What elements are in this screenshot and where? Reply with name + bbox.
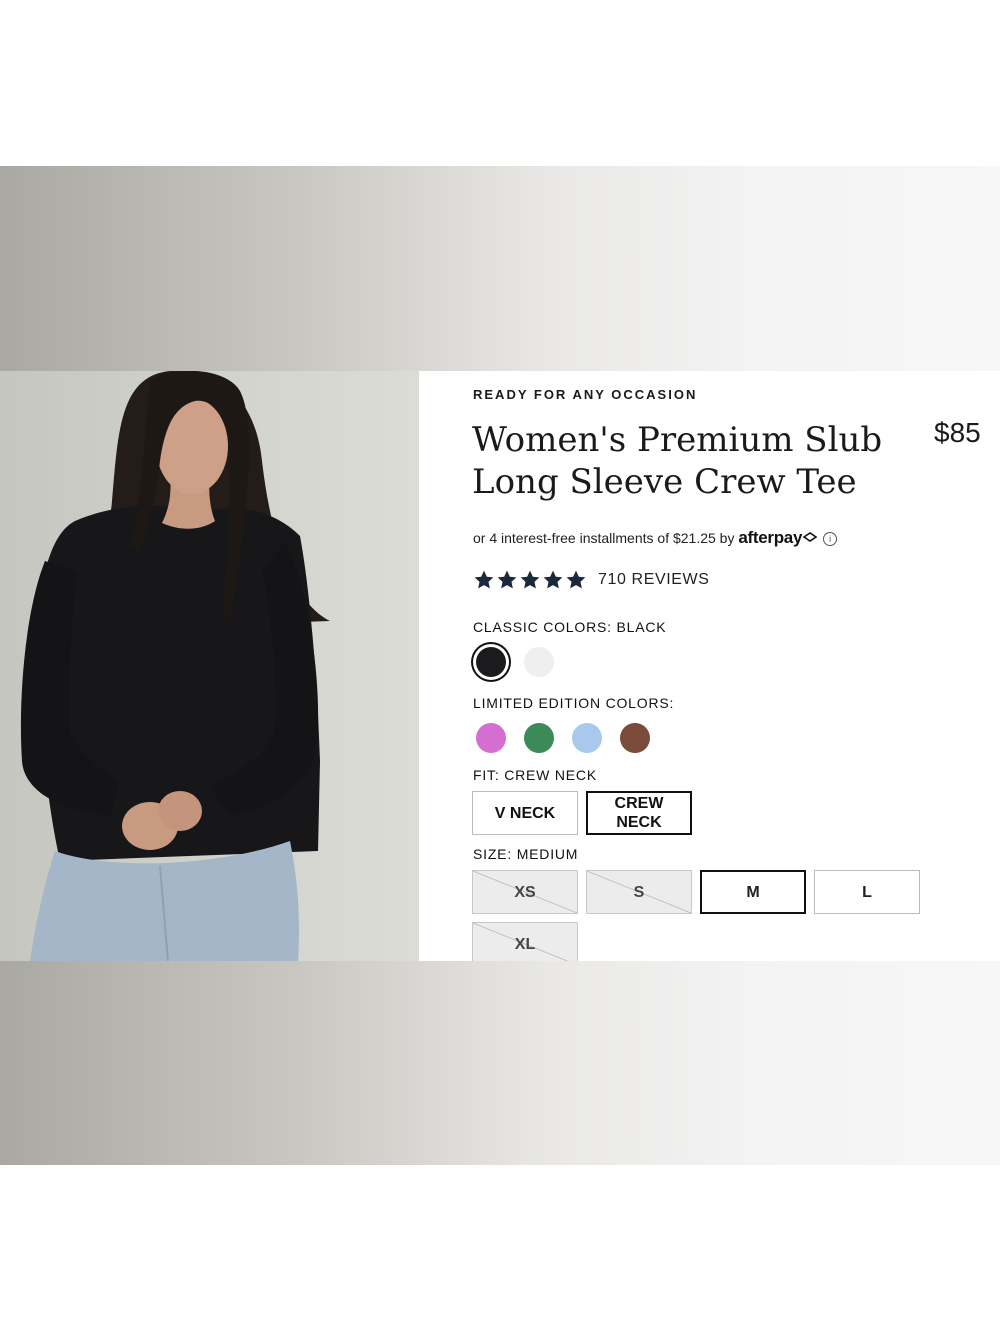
star-icon: [543, 570, 563, 589]
fit-option-crew-neck[interactable]: CREW NECK: [586, 791, 692, 835]
star-icon: [497, 570, 517, 589]
fit-option-v-neck[interactable]: V NECK: [472, 791, 578, 835]
size-option-xl[interactable]: XL: [472, 922, 578, 961]
product-price: $85: [934, 417, 981, 448]
size-option-m[interactable]: M: [700, 870, 806, 914]
afterpay-arrows-icon: [802, 532, 818, 542]
product-eyebrow: READY FOR ANY OCCASION: [473, 387, 698, 402]
product-title: Women's Premium Slub Long Sleeve Crew Te…: [472, 419, 912, 503]
rating-row[interactable]: 710 REVIEWS: [473, 569, 710, 591]
limited-colors-label: LIMITED EDITION COLORS:: [473, 695, 675, 711]
star-icon: [520, 570, 540, 589]
star-icon: [474, 570, 494, 589]
classic-colors-label: CLASSIC COLORS: BLACK: [473, 619, 667, 635]
size-label: SIZE: MEDIUM: [473, 846, 579, 862]
afterpay-text: or 4 interest-free installments of $21.2…: [473, 530, 735, 546]
size-option-xs[interactable]: XS: [472, 870, 578, 914]
info-icon[interactable]: i: [823, 532, 838, 546]
product-title-line-1: Women's Premium Slub: [472, 420, 883, 460]
color-swatch-white[interactable]: [524, 647, 554, 677]
color-swatch-green[interactable]: [524, 723, 554, 753]
product-title-line-2: Long Sleeve Crew Tee: [472, 462, 857, 502]
product-details-panel: READY FOR ANY OCCASION Women's Premium S…: [419, 371, 1000, 961]
background-band-top: [0, 166, 1000, 371]
size-option-l[interactable]: L: [814, 870, 920, 914]
background-band-bottom: [0, 961, 1000, 1165]
fit-label: FIT: CREW NECK: [473, 767, 597, 783]
color-swatch-light-blue[interactable]: [572, 723, 602, 753]
size-option-s[interactable]: S: [586, 870, 692, 914]
afterpay-installments: or 4 interest-free installments of $21.2…: [473, 528, 838, 548]
color-swatch-brown[interactable]: [620, 723, 650, 753]
reviews-count-link[interactable]: 710 REVIEWS: [598, 571, 710, 589]
star-icon: [566, 570, 586, 589]
color-swatch-black[interactable]: [476, 647, 506, 677]
product-photo: [0, 371, 419, 961]
color-swatch-pink[interactable]: [476, 723, 506, 753]
afterpay-logo[interactable]: afterpay: [738, 528, 802, 547]
